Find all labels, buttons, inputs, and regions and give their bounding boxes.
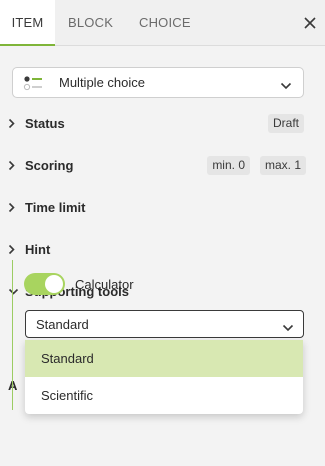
item-type-select[interactable]: Multiple choice <box>12 67 304 98</box>
calculator-toggle[interactable] <box>24 273 65 295</box>
section-label: Scoring <box>25 157 74 173</box>
chevron-right-icon <box>8 160 20 171</box>
section-label: Hint <box>25 241 51 257</box>
tab-block[interactable]: BLOCK <box>68 0 113 46</box>
chevron-down-icon <box>282 319 294 337</box>
chevron-down-icon <box>280 77 292 95</box>
chevron-right-icon <box>8 244 20 255</box>
close-icon[interactable] <box>295 0 325 46</box>
section-label: Status <box>25 115 65 131</box>
section-scoring[interactable]: Scoring min. 0 max. 1 <box>0 150 325 180</box>
status-badge: Draft <box>267 114 304 133</box>
section-time-limit[interactable]: Time limit <box>0 192 325 222</box>
option-scientific[interactable]: Scientific <box>25 377 303 414</box>
option-standard[interactable]: Standard <box>25 340 303 377</box>
min-score-badge: min. 0 <box>207 156 250 175</box>
calculator-type-value: Standard <box>36 316 89 332</box>
tab-item[interactable]: ITEM <box>0 0 55 46</box>
calculator-type-dropdown: Standard Scientific <box>25 340 303 414</box>
calculator-type-select[interactable]: Standard <box>25 310 304 338</box>
item-type-label: Multiple choice <box>59 75 145 90</box>
section-status[interactable]: Status Draft <box>0 108 325 138</box>
tab-choice[interactable]: CHOICE <box>139 0 191 46</box>
tab-bar: ITEM BLOCK CHOICE <box>0 0 325 46</box>
max-score-badge: max. 1 <box>259 156 306 175</box>
multiple-choice-icon <box>23 73 49 93</box>
calculator-toggle-row: Calculator <box>24 272 134 296</box>
section-label: Time limit <box>25 199 86 215</box>
toggle-knob <box>45 275 63 293</box>
chevron-right-icon <box>8 202 20 213</box>
calculator-label: Calculator <box>75 276 134 292</box>
chevron-right-icon <box>8 118 20 129</box>
